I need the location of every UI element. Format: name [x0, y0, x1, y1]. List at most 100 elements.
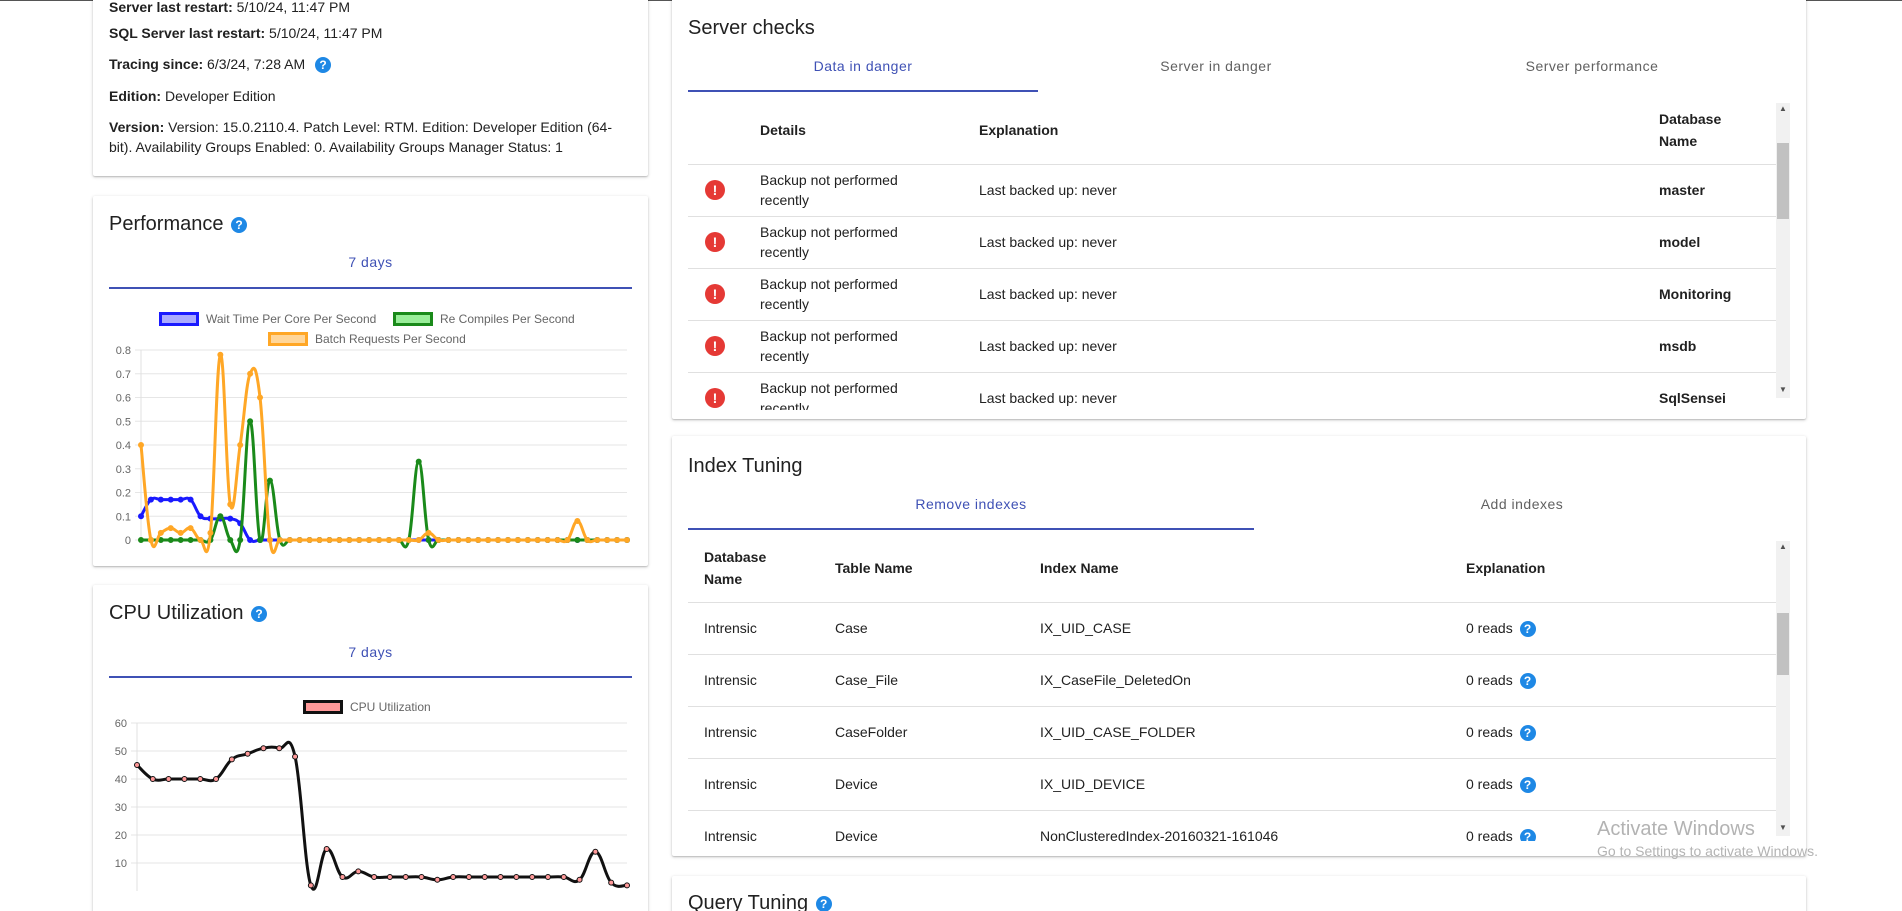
- index-tuning-scrollbar[interactable]: ▲ ▼: [1776, 541, 1790, 836]
- version-value-1: Version: 15.0.2110.4. Patch Level: RTM. …: [168, 119, 612, 135]
- index-tuning-title: Index Tuning: [688, 455, 803, 477]
- data-point: [227, 501, 234, 508]
- performance-card: Performance 7 days Wait Time Per Core Pe…: [93, 196, 648, 566]
- tab-add-indexes[interactable]: Add indexes: [1254, 496, 1790, 512]
- y-tick-label: 0.5: [116, 416, 131, 428]
- data-point: [296, 537, 303, 543]
- help-icon[interactable]: [1519, 777, 1536, 794]
- scroll-down-arrow[interactable]: ▼: [1776, 822, 1790, 834]
- table-row[interactable]: ! Backup not performed recently Last bac…: [688, 269, 1776, 321]
- help-icon[interactable]: [1519, 621, 1536, 638]
- tab-performance-7-days[interactable]: 7 days: [109, 254, 632, 270]
- data-point: [534, 537, 541, 543]
- data-point: [187, 525, 194, 532]
- tab-data-in-danger[interactable]: Data in danger: [688, 58, 1038, 74]
- help-icon[interactable]: [231, 216, 248, 233]
- data-point: [217, 513, 224, 520]
- column-header-explanation: Explanation: [979, 122, 1059, 138]
- help-icon[interactable]: [815, 895, 832, 911]
- error-icon: !: [705, 336, 725, 356]
- data-point: [187, 537, 194, 543]
- data-point: [418, 874, 425, 880]
- row-index: IX_UID_DEVICE: [1040, 776, 1146, 792]
- row-index: IX_CaseFile_DeletedOn: [1040, 672, 1191, 688]
- data-point: [574, 537, 581, 543]
- table-row[interactable]: Intrensic Device IX_UID_DEVICE 0 reads: [688, 759, 1776, 811]
- data-point: [307, 882, 314, 889]
- tab-server-in-danger[interactable]: Server in danger: [1038, 58, 1394, 74]
- row-database: model: [1659, 234, 1701, 250]
- data-point: [450, 874, 457, 880]
- row-details-line2: recently: [760, 296, 810, 312]
- data-point: [504, 537, 511, 543]
- tab-indicator: [688, 90, 1038, 92]
- performance-title: Performance: [109, 213, 224, 235]
- row-explanation: Last backed up: never: [979, 338, 1117, 354]
- column-header-explanation: Explanation: [1466, 560, 1546, 576]
- row-details: Backup not performed recently: [760, 222, 898, 262]
- help-icon[interactable]: [315, 57, 332, 74]
- data-point: [138, 442, 144, 448]
- sql-restart-label: SQL Server last restart:: [109, 25, 266, 41]
- y-tick-label: 0.1: [116, 511, 131, 523]
- table-row[interactable]: Intrensic Case IX_UID_CASE 0 reads: [688, 603, 1776, 655]
- version-value-2: bit). Availability Groups Enabled: 0. Av…: [109, 139, 563, 155]
- scroll-up-arrow[interactable]: ▲: [1776, 541, 1790, 553]
- row-details-line2: recently: [760, 244, 810, 260]
- row-explanation-text: 0 reads: [1466, 620, 1513, 636]
- column-header-index-name: Index Name: [1040, 560, 1119, 576]
- data-point: [247, 537, 254, 543]
- data-point: [624, 537, 630, 543]
- tab-indicator: [109, 676, 632, 678]
- data-point: [608, 879, 615, 886]
- y-tick-label: 0.8: [116, 346, 131, 357]
- legend-swatch-cpu: [303, 700, 343, 714]
- data-point: [395, 537, 402, 543]
- version-line: Version: Version: 15.0.2110.4. Patch Lev…: [109, 117, 634, 157]
- tab-cpu-7-days[interactable]: 7 days: [109, 644, 632, 660]
- data-point: [554, 537, 561, 543]
- data-point: [177, 537, 184, 543]
- data-point: [415, 458, 422, 465]
- help-icon[interactable]: [251, 605, 268, 622]
- scroll-up-arrow[interactable]: ▲: [1776, 103, 1790, 115]
- help-icon[interactable]: [1519, 673, 1536, 690]
- table-row[interactable]: ! Backup not performed recently Last bac…: [688, 373, 1776, 410]
- performance-chart: 0.8 0.7 0.6 0.5 0.4 0.3 0.2 0.1 0: [116, 346, 630, 555]
- data-point: [157, 529, 164, 536]
- help-icon[interactable]: [1519, 829, 1536, 841]
- y-tick-label: 50: [115, 746, 127, 758]
- table-row[interactable]: Intrensic Case_File IX_CaseFile_DeletedO…: [688, 655, 1776, 707]
- data-point: [346, 537, 353, 543]
- scroll-down-arrow[interactable]: ▼: [1776, 384, 1790, 396]
- row-explanation-text: 0 reads: [1466, 776, 1513, 792]
- row-table: Device: [835, 828, 878, 841]
- tracing-value: 6/3/24, 7:28 AM: [207, 56, 306, 72]
- row-details: Backup not performed recently: [760, 274, 898, 314]
- tab-server-performance[interactable]: Server performance: [1394, 58, 1790, 74]
- table-row[interactable]: ! Backup not performed recently Last bac…: [688, 165, 1776, 217]
- server-checks-table: Details Explanation Database Name ! Back…: [688, 103, 1790, 410]
- table-row[interactable]: Intrensic CaseFolder IX_UID_CASE_FOLDER …: [688, 707, 1776, 759]
- tab-remove-indexes[interactable]: Remove indexes: [688, 496, 1254, 512]
- help-icon[interactable]: [1519, 725, 1536, 742]
- table-row[interactable]: ! Backup not performed recently Last bac…: [688, 217, 1776, 269]
- server-checks-scrollbar[interactable]: ▲ ▼: [1776, 103, 1790, 398]
- data-point: [213, 776, 220, 782]
- data-point: [177, 496, 184, 503]
- row-explanation: Last backed up: never: [979, 182, 1117, 198]
- data-point: [485, 537, 492, 543]
- row-explanation: 0 reads: [1466, 826, 1536, 841]
- data-point: [592, 848, 599, 855]
- data-point: [475, 537, 482, 543]
- tracing-label: Tracing since:: [109, 56, 204, 72]
- row-explanation-text: 0 reads: [1466, 724, 1513, 740]
- scroll-thumb[interactable]: [1777, 143, 1789, 219]
- legend-label-batch-requests: Batch Requests Per Second: [315, 332, 466, 346]
- data-point: [197, 513, 204, 520]
- y-tick-label: 40: [115, 774, 127, 786]
- row-table: Case: [835, 620, 868, 636]
- scroll-thumb[interactable]: [1777, 613, 1789, 675]
- table-row[interactable]: ! Backup not performed recently Last bac…: [688, 321, 1776, 373]
- data-point: [260, 745, 267, 752]
